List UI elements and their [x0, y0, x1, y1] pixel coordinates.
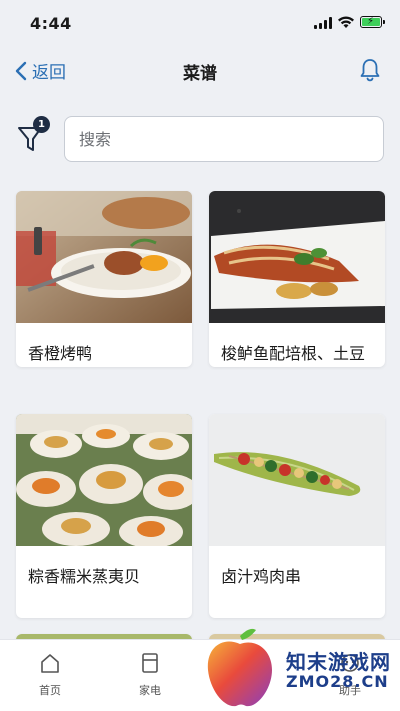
bell-icon[interactable]: [356, 56, 384, 84]
recipe-image-roast-duck: [16, 191, 192, 323]
wifi-icon: [338, 16, 354, 28]
recipe-image-scallops: [16, 414, 192, 546]
recipe-image-pike-perch: [209, 191, 385, 323]
search-input[interactable]: [64, 116, 384, 162]
recipe-image-chicken-skewer: [209, 414, 385, 546]
status-time: 4:44: [30, 14, 72, 33]
battery-icon: ⚡: [360, 16, 385, 28]
appliance-icon: [142, 653, 158, 673]
watermark: 知末游戏网 ZMO28.CN: [200, 624, 400, 711]
nav-item-home[interactable]: 首页: [20, 652, 80, 698]
page-title: 菜谱: [183, 64, 217, 84]
recipe-name: 卤汁鸡肉串: [221, 567, 302, 586]
recipe-name: 粽香糯米蒸夷贝: [28, 567, 141, 586]
nav-label: 首页: [39, 684, 61, 697]
fruit-logo-icon: [207, 628, 272, 707]
recipe-card[interactable]: 粽香糯米蒸夷贝: [16, 414, 192, 618]
nav-item-appliance[interactable]: 家电: [120, 652, 180, 698]
recipe-card[interactable]: 梭鲈鱼配培根、土豆和扁豆: [209, 191, 385, 367]
recipe-name: 香橙烤鸭: [28, 344, 93, 363]
home-icon: [41, 654, 59, 673]
watermark-en: ZMO28.CN: [286, 672, 389, 691]
header: 返回 菜谱: [0, 50, 400, 92]
recipe-name: 梭鲈鱼配培根、土豆和扁豆: [221, 344, 366, 363]
recipe-card[interactable]: 卤汁鸡肉串: [209, 414, 385, 618]
watermark-cn: 知末游戏网: [286, 650, 391, 674]
cellular-signal-icon: [314, 17, 332, 29]
nav-label: 家电: [139, 684, 161, 697]
filter-count-badge: 1: [33, 116, 50, 133]
status-bar: 4:44 ⚡: [0, 0, 400, 46]
recipe-card[interactable]: 香橙烤鸭: [16, 191, 192, 367]
